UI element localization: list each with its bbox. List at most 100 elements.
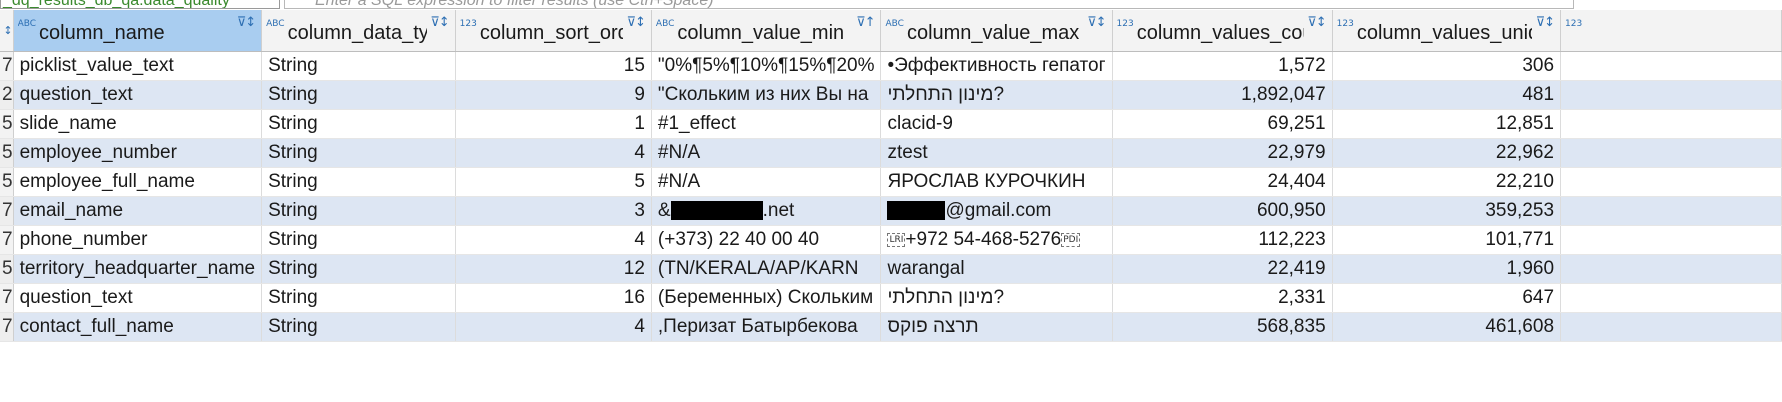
cell-column-data-type[interactable]: String bbox=[261, 196, 456, 226]
cell-column-name[interactable]: email_name bbox=[13, 196, 263, 226]
column-header-truncated[interactable]: 123 bbox=[1560, 10, 1782, 52]
cell-column-values-count[interactable]: 600,950 bbox=[1112, 196, 1333, 226]
cell-column-name[interactable]: employee_full_name bbox=[13, 167, 263, 197]
table-row[interactable]: 5 territory_headquarter_name String 12 (… bbox=[0, 254, 1782, 284]
cell-column-name[interactable]: slide_name bbox=[13, 109, 263, 139]
cell-column-sort-order[interactable]: 4 bbox=[455, 225, 652, 255]
table-row[interactable]: 5 slide_name String 1 #1_effect clacid-9… bbox=[0, 109, 1782, 139]
cell-column-value-min[interactable]: #N/A bbox=[651, 138, 882, 168]
cell-column-values-count[interactable]: 1,892,047 bbox=[1112, 80, 1333, 110]
column-header-column-sort-order[interactable]: 123column_sort_order ⊽↕ bbox=[455, 10, 652, 52]
row-number-header[interactable]: ↕ bbox=[0, 10, 14, 52]
row-number[interactable]: 7 bbox=[0, 225, 14, 255]
row-sort-icon[interactable]: ↕ bbox=[3, 24, 12, 37]
filter-sort-icon[interactable]: ⊽↕ bbox=[1536, 16, 1555, 29]
row-number[interactable]: 7 bbox=[0, 51, 14, 81]
filter-sort-ascending-icon[interactable]: ⊽↑ bbox=[856, 16, 875, 29]
cell-column-name[interactable]: contact_full_name bbox=[13, 312, 263, 342]
table-row[interactable]: 7 contact_full_name String 4 ,Перизат Ба… bbox=[0, 312, 1782, 342]
row-number[interactable]: 7 bbox=[0, 312, 14, 342]
cell-column-sort-order[interactable]: 3 bbox=[455, 196, 652, 226]
cell-column-values-unique[interactable]: 22,962 bbox=[1332, 138, 1562, 168]
cell-column-values-count[interactable]: 24,404 bbox=[1112, 167, 1333, 197]
cell-column-values-unique[interactable]: 22,210 bbox=[1332, 167, 1562, 197]
cell-column-value-max[interactable]: ЯРОСЛАВ КУРОЧКИН bbox=[880, 167, 1113, 197]
cell-column-name[interactable]: phone_number bbox=[13, 225, 263, 255]
cell-column-value-min[interactable]: #N/A bbox=[651, 167, 882, 197]
cell-column-sort-order[interactable]: 12 bbox=[455, 254, 652, 284]
cell-column-name[interactable]: picklist_value_text bbox=[13, 51, 263, 81]
table-row[interactable]: 5 employee_number String 4 #N/A ztest 22… bbox=[0, 138, 1782, 168]
cell-column-values-unique[interactable]: 481 bbox=[1332, 80, 1562, 110]
cell-column-value-max[interactable]: מינון התחלתי? bbox=[880, 283, 1113, 313]
cell-column-value-min[interactable]: "Скольким из них Вы на bbox=[651, 80, 882, 110]
column-header-column-name[interactable]: ABC column_name ⊽↕ bbox=[13, 10, 263, 52]
filter-sort-icon[interactable]: ⊽↕ bbox=[626, 16, 645, 29]
cell-column-values-unique[interactable]: 1,960 bbox=[1332, 254, 1562, 284]
cell-truncated[interactable] bbox=[1560, 225, 1782, 255]
cell-column-sort-order[interactable]: 4 bbox=[455, 312, 652, 342]
row-number[interactable]: 5 bbox=[0, 254, 14, 284]
cell-truncated[interactable] bbox=[1560, 254, 1782, 284]
cell-column-name[interactable]: territory_headquarter_name bbox=[13, 254, 263, 284]
cell-column-sort-order[interactable]: 5 bbox=[455, 167, 652, 197]
cell-truncated[interactable] bbox=[1560, 312, 1782, 342]
cell-column-values-count[interactable]: 22,979 bbox=[1112, 138, 1333, 168]
cell-column-data-type[interactable]: String bbox=[261, 138, 456, 168]
cell-column-values-count[interactable]: 69,251 bbox=[1112, 109, 1333, 139]
cell-column-data-type[interactable]: String bbox=[261, 80, 456, 110]
cell-column-values-unique[interactable]: 647 bbox=[1332, 283, 1562, 313]
row-number[interactable]: 5 bbox=[0, 138, 14, 168]
cell-column-value-min[interactable]: (+373) 22 40 00 40 bbox=[651, 225, 882, 255]
cell-column-values-count[interactable]: 2,331 bbox=[1112, 283, 1333, 313]
column-header-column-value-min[interactable]: ABC column_value_min ⊽↑ bbox=[651, 10, 882, 52]
row-number[interactable]: 2 bbox=[0, 80, 14, 110]
cell-column-value-max[interactable]: מינון התחלתי? bbox=[880, 80, 1113, 110]
column-header-column-value-max[interactable]: ABC column_value_max ⊽↕ bbox=[880, 10, 1113, 52]
column-header-column-data-type[interactable]: ABCcolumn_data_type ⊽↕ bbox=[261, 10, 456, 52]
cell-truncated[interactable] bbox=[1560, 80, 1782, 110]
cell-column-value-min[interactable]: (Беременных) Скольким bbox=[651, 283, 882, 313]
cell-truncated[interactable] bbox=[1560, 51, 1782, 81]
cell-column-values-unique[interactable]: 12,851 bbox=[1332, 109, 1562, 139]
cell-column-sort-order[interactable]: 9 bbox=[455, 80, 652, 110]
cell-column-values-count[interactable]: 568,835 bbox=[1112, 312, 1333, 342]
row-number[interactable]: 7 bbox=[0, 283, 14, 313]
cell-truncated[interactable] bbox=[1560, 283, 1782, 313]
table-row[interactable]: 7 question_text String 16 (Беременных) С… bbox=[0, 283, 1782, 313]
table-row[interactable]: 2 question_text String 9 "Скольким из ни… bbox=[0, 80, 1782, 110]
cell-column-data-type[interactable]: String bbox=[261, 225, 456, 255]
cell-column-value-max[interactable]: ztest bbox=[880, 138, 1113, 168]
table-row[interactable]: 7 phone_number String 4 (+373) 22 40 00 … bbox=[0, 225, 1782, 255]
cell-column-value-max[interactable]: LRI +972 54-468-5276 PDI bbox=[880, 225, 1113, 255]
cell-column-sort-order[interactable]: 16 bbox=[455, 283, 652, 313]
cell-column-values-count[interactable]: 112,223 bbox=[1112, 225, 1333, 255]
cell-column-data-type[interactable]: String bbox=[261, 283, 456, 313]
table-row[interactable]: 5 employee_full_name String 5 #N/A ЯРОСЛ… bbox=[0, 167, 1782, 197]
column-header-column-values-count[interactable]: 123column_values_count ⊽↕ bbox=[1112, 10, 1333, 52]
cell-column-value-max[interactable]: @gmail.com bbox=[880, 196, 1113, 226]
cell-column-value-max[interactable]: warangal bbox=[880, 254, 1113, 284]
cell-column-values-unique[interactable]: 101,771 bbox=[1332, 225, 1562, 255]
cell-column-name[interactable]: question_text bbox=[13, 283, 263, 313]
cell-truncated[interactable] bbox=[1560, 167, 1782, 197]
filter-sort-icon[interactable]: ⊽↕ bbox=[1087, 16, 1106, 29]
cell-column-name[interactable]: question_text bbox=[13, 80, 263, 110]
cell-column-values-unique[interactable]: 461,608 bbox=[1332, 312, 1562, 342]
filter-sort-icon[interactable]: ⊽↕ bbox=[1307, 16, 1326, 29]
cell-truncated[interactable] bbox=[1560, 138, 1782, 168]
row-number[interactable]: 5 bbox=[0, 167, 14, 197]
cell-column-name[interactable]: employee_number bbox=[13, 138, 263, 168]
cell-column-sort-order[interactable]: 4 bbox=[455, 138, 652, 168]
cell-column-values-unique[interactable]: 306 bbox=[1332, 51, 1562, 81]
cell-column-value-max[interactable]: •Эффективность гепатог bbox=[880, 51, 1113, 81]
cell-column-values-count[interactable]: 1,572 bbox=[1112, 51, 1333, 81]
filter-sort-icon[interactable]: ⊽↕ bbox=[430, 16, 449, 29]
table-row[interactable]: 7 email_name String 3 & .net @gmail.com 6… bbox=[0, 196, 1782, 226]
row-number[interactable]: 5 bbox=[0, 109, 14, 139]
cell-column-data-type[interactable]: String bbox=[261, 312, 456, 342]
cell-column-values-count[interactable]: 22,419 bbox=[1112, 254, 1333, 284]
cell-column-value-min[interactable]: "0%¶5%¶10%¶15%¶20% bbox=[651, 51, 882, 81]
cell-column-value-min[interactable]: ,Перизат Батырбекова bbox=[651, 312, 882, 342]
cell-column-data-type[interactable]: String bbox=[261, 167, 456, 197]
